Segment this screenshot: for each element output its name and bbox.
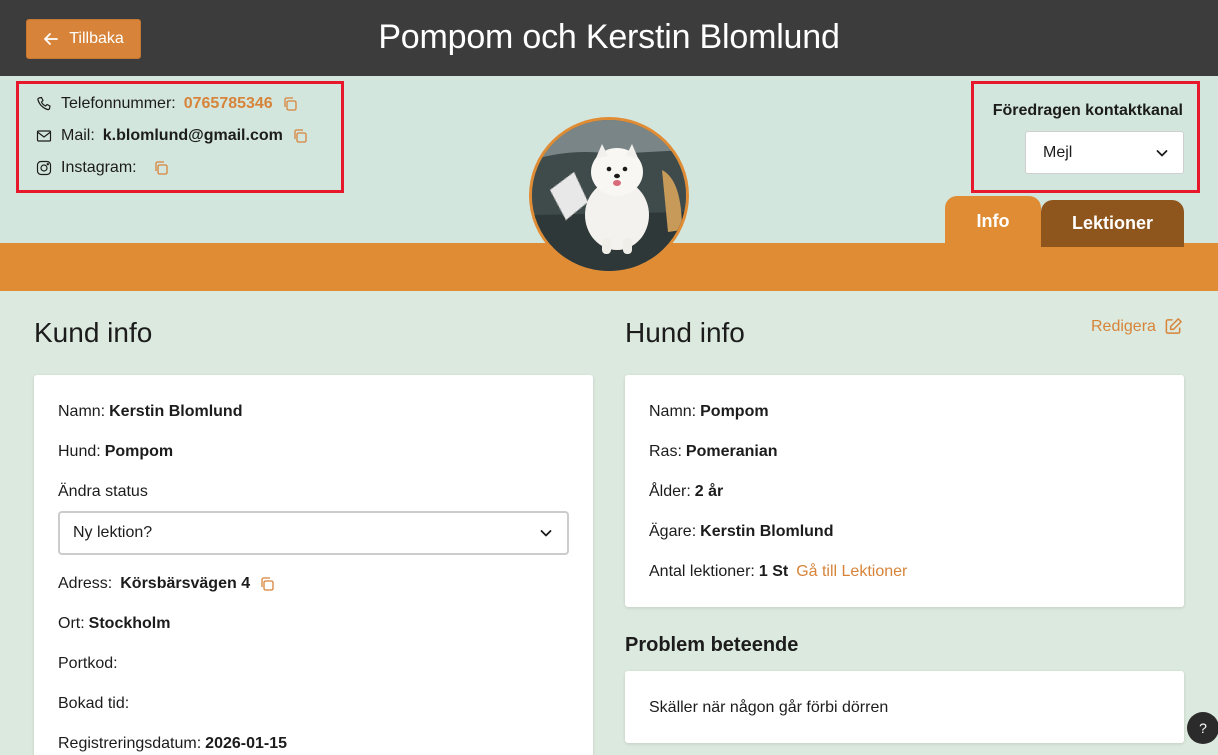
phone-row: Telefonnummer: 0765785346 xyxy=(36,95,298,113)
dog-name-label: Namn: xyxy=(649,403,697,420)
dog-age-value: 2 år xyxy=(694,483,724,500)
customer-city-value: Stockholm xyxy=(88,615,171,632)
customer-info-card: Namn: Kerstin Blomlund Hund: Pompom Ändra … xyxy=(34,375,593,755)
dog-owner-label: Ägare: xyxy=(649,523,697,540)
phone-icon xyxy=(36,96,52,112)
customer-city-label: Ort: xyxy=(58,615,85,632)
edit-label: Redigera xyxy=(1091,317,1156,335)
tab-info-label: Info xyxy=(976,211,1010,231)
mail-row: Mail: k.blomlund@gmail.com xyxy=(36,127,308,145)
chevron-down-icon xyxy=(539,526,553,540)
dog-section-title: Hund info xyxy=(625,317,745,348)
customer-name-label: Namn: xyxy=(58,403,106,420)
phone-value[interactable]: 0765785346 xyxy=(184,95,273,113)
dog-lessons-value: 1 St xyxy=(758,563,789,580)
copy-instagram-icon[interactable] xyxy=(153,160,169,176)
mail-label: Mail: xyxy=(61,127,95,144)
status-label: Ändra status xyxy=(58,483,148,500)
status-select[interactable]: Ny lektion? xyxy=(58,511,569,555)
help-label: ? xyxy=(1199,720,1207,736)
customer-address-label: Adress: xyxy=(58,575,113,592)
copy-address-icon[interactable] xyxy=(259,576,275,592)
phone-label: Telefonnummer: xyxy=(61,95,176,112)
go-to-lessons-link[interactable]: Gå till Lektioner xyxy=(796,563,907,581)
dog-breed-label: Ras: xyxy=(649,443,682,460)
preferred-contact-select[interactable]: Mejl xyxy=(1025,131,1184,174)
customer-registered-field: Registreringsdatum: 2026-01-15 xyxy=(58,735,287,753)
preferred-contact-value: Mejl xyxy=(1043,143,1073,161)
instagram-row: Instagram: xyxy=(36,159,169,177)
status-select-value: Ny lektion? xyxy=(73,524,153,541)
instagram-icon xyxy=(36,160,52,176)
customer-name-value: Kerstin Blomlund xyxy=(109,403,243,420)
customer-doorcode-label: Portkod: xyxy=(58,655,118,672)
dog-lessons-label: Antal lektioner: xyxy=(649,563,755,580)
dog-lessons-field: Antal lektioner: 1 St Gå till Lektioner xyxy=(649,563,907,581)
edit-icon xyxy=(1164,317,1183,336)
customer-address-value: Körsbärsvägen 4 xyxy=(120,575,251,592)
customer-registered-value: 2026-01-15 xyxy=(205,735,288,752)
copy-mail-icon[interactable] xyxy=(292,128,308,144)
customer-section-title: Kund info xyxy=(34,317,153,348)
dog-breed-field: Ras: Pomeranian xyxy=(649,443,778,461)
chevron-down-icon xyxy=(1155,146,1169,160)
customer-dog-label: Hund: xyxy=(58,443,101,460)
customer-city-field: Ort: Stockholm xyxy=(58,615,170,633)
dog-owner-field: Ägare: Kerstin Blomlund xyxy=(649,523,833,541)
mail-value[interactable]: k.blomlund@gmail.com xyxy=(103,127,283,145)
dog-name-field: Namn: Pompom xyxy=(649,403,769,421)
preferred-contact-label: Föredragen kontaktkanal xyxy=(992,102,1183,119)
edit-button[interactable]: Redigera xyxy=(1091,317,1183,336)
tab-info[interactable]: Info xyxy=(945,196,1041,243)
page-title: Pompom och Kerstin Blomlund xyxy=(378,18,840,56)
customer-dog-field: Hund: Pompom xyxy=(58,443,173,461)
mail-icon xyxy=(36,128,52,144)
customer-dog-value: Pompom xyxy=(104,443,174,460)
customer-name-field: Namn: Kerstin Blomlund xyxy=(58,403,242,421)
dog-owner-value: Kerstin Blomlund xyxy=(700,523,834,540)
contact-info-box: Telefonnummer: 0765785346 Mail: k.blomlu… xyxy=(16,81,344,193)
tab-lektioner[interactable]: Lektioner xyxy=(1041,200,1184,247)
customer-address-field: Adress: Körsbärsvägen 4 xyxy=(58,575,275,593)
problem-section-title: Problem beteende xyxy=(625,634,799,656)
customer-registered-label: Registreringsdatum: xyxy=(58,735,202,752)
top-bar: Tillbaka Pompom och Kerstin Blomlund xyxy=(0,0,1218,76)
preferred-contact-box: Föredragen kontaktkanal Mejl xyxy=(971,81,1200,193)
problem-card: Skäller när någon går förbi dörren xyxy=(625,671,1184,743)
copy-phone-icon[interactable] xyxy=(282,96,298,112)
dog-avatar xyxy=(529,117,689,274)
customer-booked-label: Bokad tid: xyxy=(58,695,130,712)
dog-age-field: Ålder: 2 år xyxy=(649,483,723,501)
dog-age-label: Ålder: xyxy=(649,483,691,500)
dog-info-card: Namn: Pompom Ras: Pomeranian Ålder: 2 år Äg… xyxy=(625,375,1184,607)
problem-text: Skäller när någon går förbi dörren xyxy=(649,699,889,716)
dog-breed-value: Pomeranian xyxy=(685,443,778,460)
help-button[interactable]: ? xyxy=(1187,712,1218,744)
dog-name-value: Pompom xyxy=(700,403,769,420)
instagram-label: Instagram: xyxy=(61,159,137,176)
tab-lektioner-label: Lektioner xyxy=(1071,213,1154,233)
